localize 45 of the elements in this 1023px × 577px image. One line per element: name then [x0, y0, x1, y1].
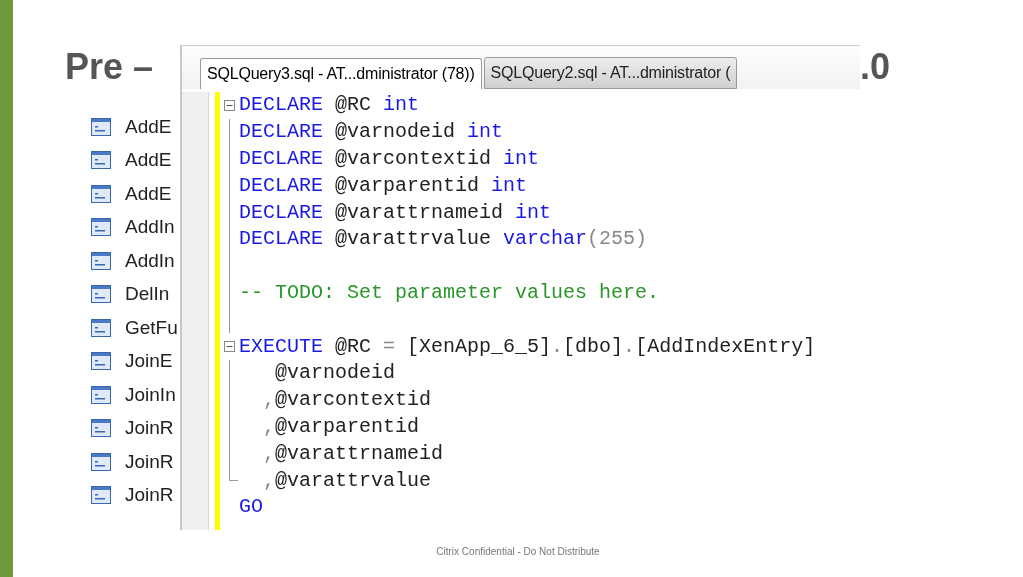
- code-line: ,@varattrnameid: [262, 440, 444, 467]
- procedure-name: JoinR: [125, 417, 174, 440]
- window-icon: [91, 419, 111, 438]
- window-icon: [91, 117, 111, 136]
- procedure-name: AddE: [125, 115, 172, 138]
- window-icon: [91, 184, 111, 203]
- window-icon: [91, 151, 111, 170]
- window-icon: [91, 318, 111, 337]
- slide-title: Pre –: [65, 46, 154, 88]
- collapse-icon[interactable]: [224, 341, 235, 353]
- code-line: DECLARE @varattrnameid int: [239, 199, 552, 226]
- collapse-icon[interactable]: [224, 100, 235, 111]
- code-line: DECLARE @varattrvalue varchar(255): [239, 226, 648, 253]
- procedure-name: DelIn: [125, 283, 170, 306]
- query-tab[interactable]: SQLQuery2.sql - AT...dministrator (: [483, 57, 738, 89]
- code-line: DECLARE @RC int: [239, 92, 420, 119]
- code-line: DECLARE @varparentid int: [239, 172, 528, 199]
- window-icon: [91, 452, 111, 471]
- window-icon: [91, 285, 111, 304]
- window-icon: [91, 251, 111, 270]
- window-icon: [91, 218, 111, 237]
- procedure-name: JoinR: [125, 450, 174, 473]
- procedure-name: JoinE: [125, 350, 173, 373]
- procedure-name: AddE: [125, 149, 172, 172]
- footer-text: Citrix Confidential - Do Not Distribute: [436, 546, 600, 557]
- procedure-name: AddIn: [125, 249, 175, 272]
- code-line: -- TODO: Set parameter values here.: [239, 279, 660, 306]
- window-icon: [91, 486, 111, 505]
- slide-title: .0: [859, 46, 890, 88]
- code-line: DECLARE @varcontextid int: [239, 146, 540, 172]
- code-line: ,@varcontextid: [262, 387, 432, 414]
- procedure-name: GetFu: [125, 316, 178, 339]
- code-line: GO: [239, 494, 263, 521]
- procedure-name: JoinR: [125, 484, 174, 507]
- code-line: @varnodeid: [274, 360, 396, 387]
- code-line: EXECUTE @RC = [XenApp_6_5].[dbo].[AddIndexEntry]: [239, 333, 816, 360]
- procedure-name: AddE: [125, 182, 172, 205]
- query-tab[interactable]: SQLQuery3.sql - AT...dministrator (78)): [200, 58, 482, 89]
- window-icon: [91, 385, 111, 404]
- procedure-name: JoinIn: [125, 383, 176, 406]
- code-line: DECLARE @varnodeid int: [239, 119, 504, 146]
- code-line: ,@varattrvalue: [262, 467, 432, 494]
- code-line: ,@varparentid: [262, 413, 420, 440]
- procedure-name: AddIn: [125, 216, 175, 239]
- window-icon: [91, 352, 111, 371]
